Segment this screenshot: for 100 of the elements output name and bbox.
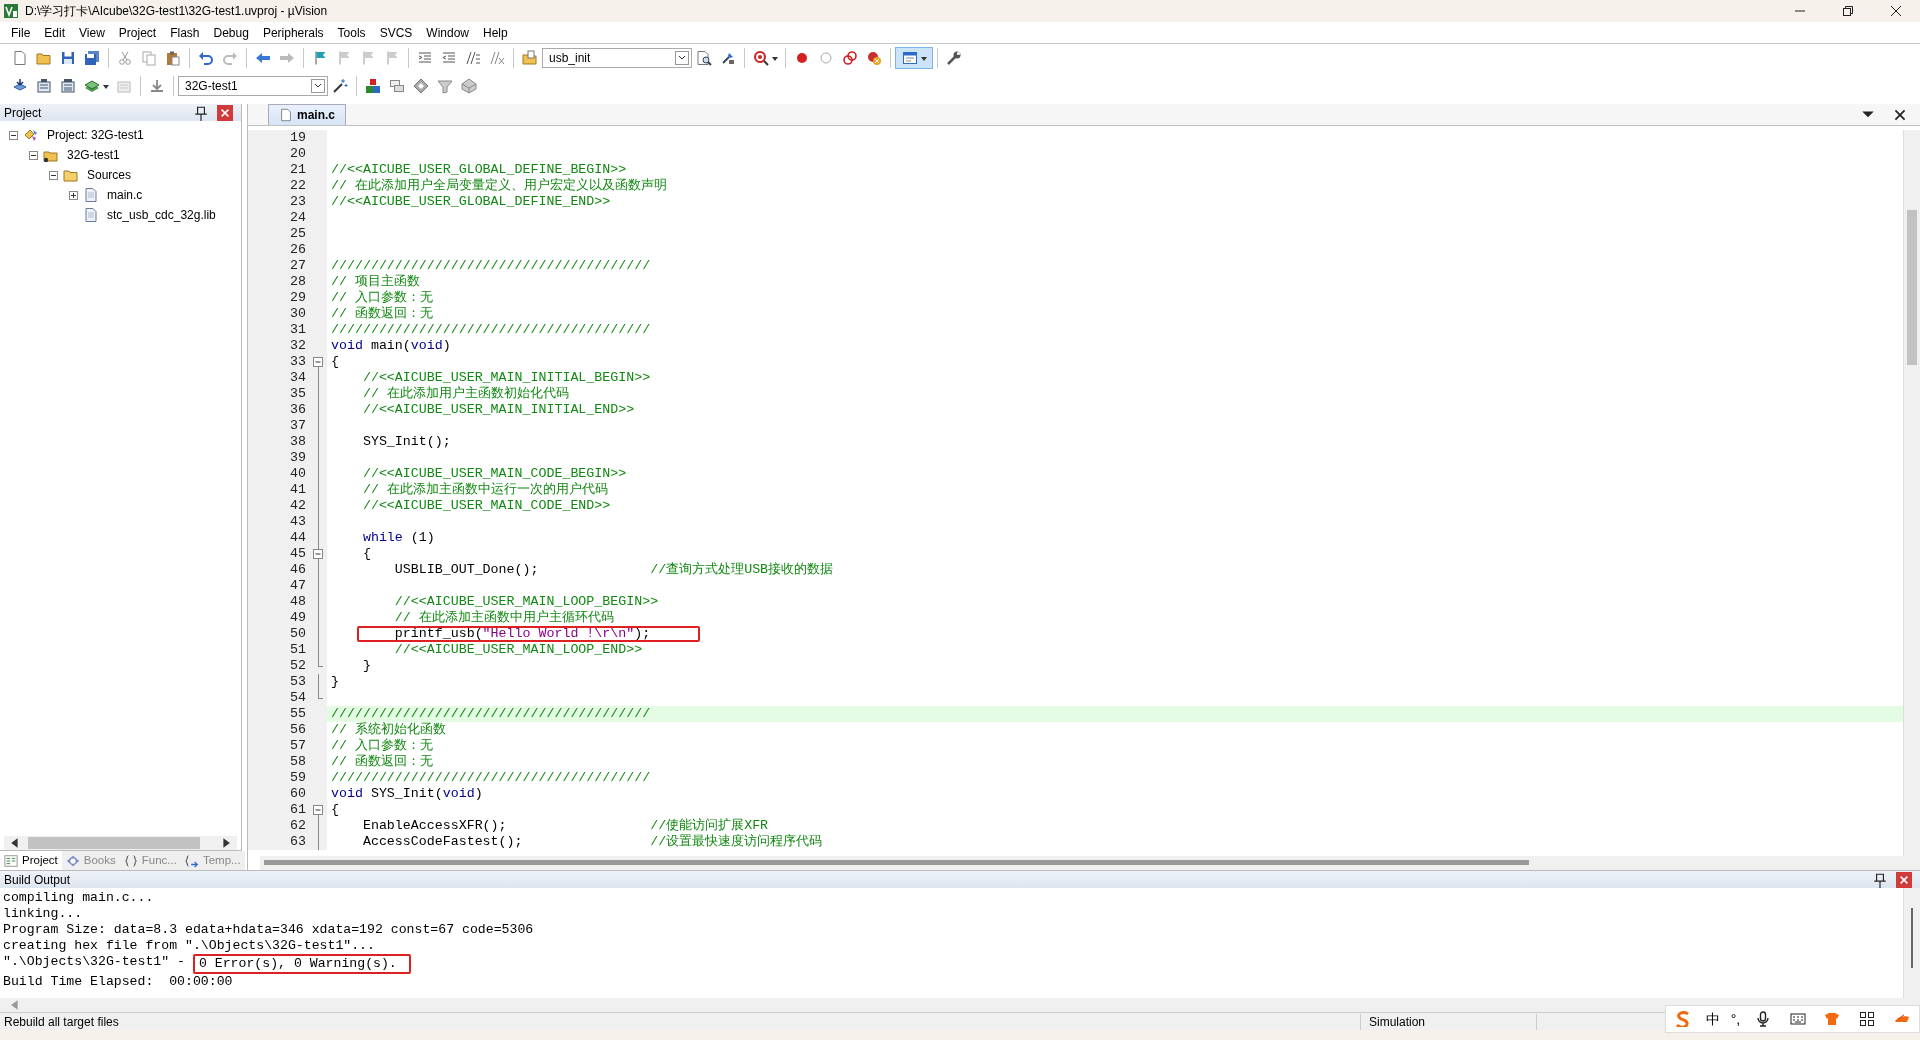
menu-item[interactable]: Peripherals: [255, 23, 331, 42]
left-arrow-icon[interactable]: [255, 50, 271, 66]
menu-item[interactable]: Debug: [206, 23, 256, 42]
file-icon: [83, 207, 99, 223]
line-number: 52: [248, 658, 309, 674]
kill-breakpoints-icon[interactable]: [866, 50, 882, 66]
grid-icon[interactable]: [1858, 1011, 1875, 1027]
tree-item[interactable]: 32G-test1: [67, 146, 120, 164]
dropdown-icon[interactable]: [311, 79, 325, 93]
caret-icon[interactable]: [920, 54, 928, 62]
scrollbar[interactable]: [260, 856, 1920, 870]
save-all-icon[interactable]: [84, 50, 100, 66]
tool-icon[interactable]: [720, 50, 736, 66]
code-line: EnableAccessXFR(); //使能访问扩展XFR: [361, 818, 769, 834]
scrollbar[interactable]: [1903, 888, 1920, 998]
menu-item[interactable]: Help: [476, 23, 515, 42]
code-line: while (1): [361, 530, 435, 546]
pin-icon[interactable]: [193, 104, 209, 121]
line-number: 42: [248, 498, 309, 514]
close-icon[interactable]: [1888, 3, 1904, 19]
menu-item[interactable]: Tools: [330, 23, 373, 42]
diamond-icon[interactable]: [413, 78, 429, 94]
ime-logo-icon[interactable]: [1675, 1011, 1692, 1027]
flag-icon[interactable]: [312, 50, 328, 66]
caret-icon[interactable]: [102, 82, 110, 90]
menu-item[interactable]: Window: [419, 23, 476, 42]
download-icon[interactable]: [149, 78, 165, 94]
rings-icon[interactable]: [842, 50, 858, 66]
menu-item[interactable]: Flash: [163, 23, 207, 42]
line-number: 38: [248, 434, 309, 450]
layers-icon[interactable]: [84, 78, 100, 94]
code-line: //<<AICUBE_USER_MAIN_INITIAL_BEGIN>>: [361, 370, 651, 386]
output-line: ".\Objects\32G-test1" -: [3, 954, 187, 971]
new-file-icon[interactable]: [12, 50, 28, 66]
menu-item[interactable]: View: [72, 23, 112, 42]
tree-item[interactable]: Sources: [87, 166, 132, 184]
caret-icon[interactable]: [771, 54, 779, 62]
wrench-icon[interactable]: [946, 50, 962, 66]
file-tab[interactable]: main.c: [268, 104, 346, 125]
code-line: {: [361, 546, 371, 562]
scroll-thumb[interactable]: [28, 837, 200, 849]
panel-tab[interactable]: Project: [0, 851, 62, 870]
menu-item[interactable]: File: [4, 23, 38, 42]
shirt-icon[interactable]: [1824, 1011, 1841, 1027]
punctuation-mode[interactable]: °,: [1730, 1008, 1741, 1030]
funnel-icon[interactable]: [437, 78, 453, 94]
microphone-icon[interactable]: [1754, 1011, 1771, 1027]
tree-item[interactable]: Project: 32G-test1: [47, 126, 144, 144]
uncomment-icon[interactable]: [489, 50, 505, 66]
book-icon: [65, 853, 80, 868]
code-line: //<<AICUBE_USER_GLOBAL_DEFINE_BEGIN>>: [330, 162, 627, 178]
code-line: // 函数返回：无: [330, 306, 433, 322]
search-icon[interactable]: [696, 50, 712, 66]
expand-icon[interactable]: [69, 190, 78, 200]
collapse-icon[interactable]: [9, 130, 18, 140]
restore-icon[interactable]: [1840, 3, 1856, 19]
pin-icon[interactable]: [1872, 871, 1888, 888]
line-number: 45: [248, 546, 309, 562]
folder-search-icon[interactable]: [522, 50, 538, 66]
stack-icon[interactable]: [389, 78, 405, 94]
line-number: 29: [248, 290, 309, 306]
magic-wand-icon[interactable]: [332, 78, 348, 94]
scrollbar[interactable]: [0, 998, 1920, 1012]
template-icon: [184, 853, 199, 868]
menu-item[interactable]: SVCS: [372, 23, 420, 42]
target-combo[interactable]: 32G-test1: [178, 76, 328, 96]
build-icon[interactable]: [36, 78, 52, 94]
comment-icon[interactable]: [465, 50, 481, 66]
dropdown-icon[interactable]: [675, 51, 689, 65]
collapse-icon[interactable]: [29, 150, 38, 160]
blocks-icon[interactable]: [365, 78, 381, 94]
rebuild-icon[interactable]: [60, 78, 76, 94]
line-number: 27: [248, 258, 309, 274]
line-number: 32: [248, 338, 309, 354]
scrollbar[interactable]: [4, 836, 237, 850]
cube-icon[interactable]: [461, 78, 477, 94]
scroll-thumb[interactable]: [1907, 210, 1917, 365]
debug-icon[interactable]: [753, 50, 769, 66]
keyboard-icon[interactable]: [1789, 1011, 1806, 1027]
window-button[interactable]: [895, 47, 933, 69]
tree-item[interactable]: main.c: [107, 186, 143, 204]
language-mode[interactable]: 中: [1706, 1008, 1721, 1030]
menu-item[interactable]: Edit: [37, 23, 73, 42]
scroll-thumb[interactable]: [264, 860, 1529, 865]
line-number: 41: [248, 482, 309, 498]
breakpoint-icon[interactable]: [794, 50, 810, 66]
open-folder-icon[interactable]: [36, 50, 52, 66]
tree-item[interactable]: stc_usb_cdc_32g.lib: [107, 206, 216, 224]
collapse-icon[interactable]: [49, 170, 58, 180]
scrollbar[interactable]: [1903, 130, 1920, 856]
clipboard-icon[interactable]: [165, 50, 181, 66]
line-number: 39: [248, 450, 309, 466]
save-icon[interactable]: [60, 50, 76, 66]
code-line: {: [330, 802, 339, 818]
line-number: 62: [248, 818, 309, 834]
undo-icon[interactable]: [198, 50, 214, 66]
window-title: D:\学习打卡\AIcube\32G-test1\32G-test1.uvproj - µVision: [25, 3, 328, 20]
function-combo[interactable]: usb_init: [542, 48, 692, 68]
menu-item[interactable]: Project: [111, 23, 164, 42]
scroll-thumb[interactable]: [1911, 908, 1913, 968]
